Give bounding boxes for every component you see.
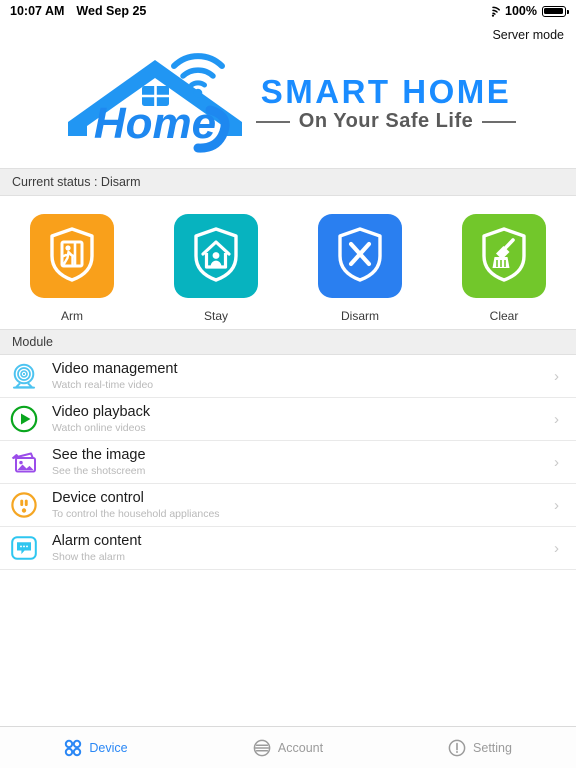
mode-buttons: Arm Stay Disarm Clear [0,196,576,329]
list-item-title: Video playback [52,404,151,421]
server-mode-row: Server mode [0,22,576,48]
logo-title: SMART HOME [260,73,512,110]
mode-label-clear: Clear [489,309,519,323]
list-item[interactable]: Video management Watch real-time video › [0,355,576,398]
list-item-title: Device control [52,490,144,507]
list-item[interactable]: Video playback Watch online videos › [0,398,576,441]
tab-label-device: Device [89,740,128,755]
disarm-tile[interactable] [318,214,402,298]
module-header: Module [0,329,576,355]
play-circle-icon [8,403,40,435]
mode-label-arm: Arm [61,309,83,323]
status-date: Wed Sep 25 [76,4,147,18]
logo-home-word: Home [94,99,216,148]
list-item-title: Video management [52,361,178,378]
tab-device[interactable]: Device [0,739,192,757]
status-bar-right: 100% [486,4,569,18]
app-screen: 10:07 AM Wed Sep 25 100% Server mode Hom… [0,0,576,768]
list-item-text: Video management Watch real-time video [52,361,542,391]
arm-tile[interactable] [30,214,114,298]
list-item-title: Alarm content [52,533,142,550]
brand-logo: Home SMART HOME On Your Safe Life [0,48,576,168]
chat-bubble-icon [8,532,40,564]
power-outlet-icon [8,489,40,521]
shield-x-icon [335,226,385,287]
logo-subtitle: On Your Safe Life [298,110,474,132]
chevron-right-icon: › [554,410,559,428]
clear-tile[interactable] [462,214,546,298]
mode-button-stay[interactable]: Stay [144,214,288,323]
list-item[interactable]: Alarm content Show the alarm › [0,527,576,570]
photos-icon [8,446,40,478]
exclamation-circle-icon [448,739,466,757]
logo-rule-right [482,120,517,123]
list-item[interactable]: Device control To control the household … [0,484,576,527]
battery-percent-label: 100% [505,4,537,18]
tab-label-setting: Setting [473,740,512,755]
shield-broom-icon [479,226,529,287]
list-item-subtitle: Show the alarm [52,550,125,563]
module-list: Video management Watch real-time video ›… [0,355,576,570]
status-bar-left: 10:07 AM Wed Sep 25 [10,4,146,18]
mode-button-arm[interactable]: Arm [0,214,144,323]
list-item-subtitle: See the shotscreem [52,464,146,477]
mode-label-stay: Stay [203,309,228,323]
battery-full-icon [542,5,569,17]
list-item-text: Alarm content Show the alarm [52,533,542,563]
chevron-right-icon: › [554,496,559,514]
logo-rule-left [255,120,290,123]
status-bar: 10:07 AM Wed Sep 25 100% [0,0,576,22]
list-item-text: See the image See the shotscreem [52,447,542,477]
list-item-subtitle: Watch online videos [52,421,146,434]
list-item-subtitle: To control the household appliances [52,507,220,520]
chevron-right-icon: › [554,539,559,557]
list-item-text: Device control To control the household … [52,490,542,520]
empty-content-area [0,570,576,726]
list-item[interactable]: See the image See the shotscreem › [0,441,576,484]
list-item-text: Video playback Watch online videos [52,404,542,434]
mode-button-clear[interactable]: Clear [432,214,576,323]
mode-label-disarm: Disarm [341,309,379,323]
tab-setting[interactable]: Setting [384,739,576,757]
status-time: 10:07 AM [10,4,65,18]
tab-account[interactable]: Account [192,739,384,757]
chevron-right-icon: › [554,367,559,385]
mode-button-disarm[interactable]: Disarm [288,214,432,323]
grid-four-circles-icon [64,739,82,757]
list-item-title: See the image [52,447,146,464]
logo-subtitle-row: On Your Safe Life [255,110,517,133]
chevron-right-icon: › [554,453,559,471]
current-status-header: Current status : Disarm [0,168,576,196]
account-lines-circle-icon [253,739,271,757]
server-mode-label[interactable]: Server mode [492,28,564,42]
webcam-icon [8,360,40,392]
logo-wordmark: SMART HOME On Your Safe Life [255,73,517,133]
wifi-icon [486,6,500,17]
home-wifi-logo-icon: Home [60,50,250,158]
shield-person-exit-icon [47,226,97,287]
tab-label-account: Account [277,740,324,755]
stay-tile[interactable] [174,214,258,298]
shield-house-person-icon [191,226,241,287]
bottom-tab-bar: Device Account Setting [0,726,576,768]
list-item-subtitle: Watch real-time video [52,378,154,391]
